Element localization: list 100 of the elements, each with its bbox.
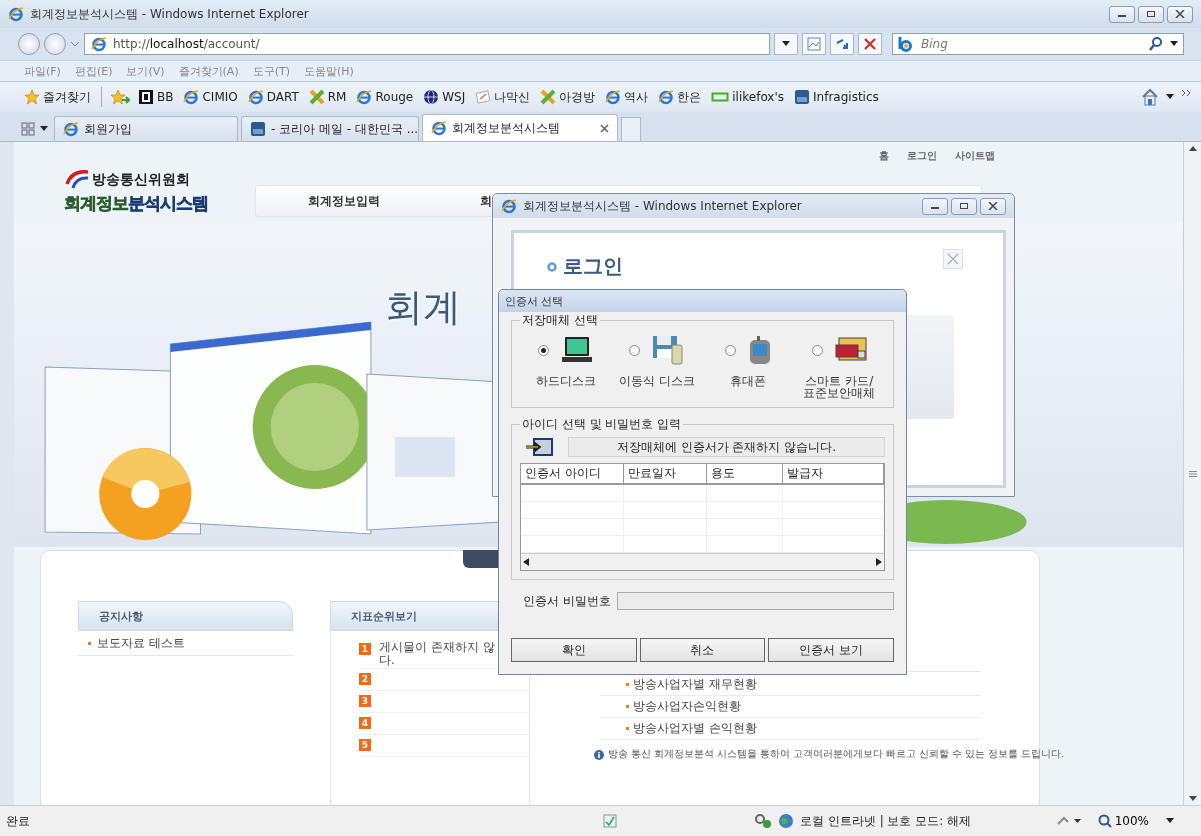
close-button[interactable]	[980, 197, 1006, 215]
hero-title: 회계	[385, 284, 461, 331]
report-link[interactable]: 방송사업자손익현황	[633, 698, 741, 715]
close-icon	[1175, 10, 1185, 18]
rank-badge: 4	[359, 717, 371, 729]
column-header[interactable]: 만료일자	[624, 464, 707, 485]
square-icon	[138, 89, 154, 105]
cross-icon	[308, 89, 325, 105]
window-title: 회계정보분석시스템 - Windows Internet Explorer	[523, 197, 803, 215]
security-icon	[754, 813, 772, 829]
favorite-link[interactable]: Rouge	[354, 89, 416, 105]
dialog-button[interactable]: 인증서 보기	[768, 638, 894, 662]
status-message: 저장매체에 인증서가 존재하지 않습니다.	[568, 437, 885, 457]
dialog-button[interactable]: 확인	[511, 638, 637, 662]
ie-icon	[247, 89, 264, 105]
favorite-link[interactable]: BB	[136, 89, 176, 105]
scroll-down-arrow-icon[interactable]	[1188, 796, 1197, 801]
dropdown-caret-icon[interactable]	[1165, 94, 1175, 100]
favorite-link[interactable]: 한은	[656, 88, 704, 106]
nav-menu-item[interactable]: 회	[480, 192, 492, 210]
password-field[interactable]	[616, 592, 894, 610]
radio-button[interactable]	[811, 344, 823, 356]
search-input[interactable]: Bing	[919, 36, 1143, 52]
note-icon	[475, 89, 492, 105]
scroll-up-arrow-icon[interactable]	[1188, 146, 1197, 151]
top-link[interactable]: 홈	[879, 149, 889, 163]
vertical-scrollbar[interactable]	[1183, 142, 1201, 805]
favorite-link[interactable]: DART	[245, 89, 301, 105]
favorite-link[interactable]: WSJ	[421, 89, 468, 105]
ie-icon	[183, 89, 200, 105]
dropdown-caret-icon[interactable]	[1169, 41, 1179, 47]
storage-option-label[interactable]: 스마트 카드/ 표준보안매체	[803, 375, 876, 399]
smart-card-icon	[834, 337, 867, 363]
search-provider-icon	[897, 36, 913, 52]
logo-organization: 방송통신위원회	[92, 171, 190, 189]
page-status-icon	[602, 813, 618, 829]
ring-bullet-icon	[547, 261, 557, 272]
column-header[interactable]: 발급자	[783, 464, 884, 485]
favorite-link[interactable]: 아경방	[538, 88, 598, 106]
browser-tab[interactable]: 회원가입	[54, 116, 238, 141]
search-box[interactable]: Bing	[892, 33, 1184, 55]
page-icon	[807, 37, 821, 51]
scroll-right-arrow-icon[interactable]	[876, 558, 882, 566]
maximize-button[interactable]	[951, 197, 977, 215]
stop-icon	[864, 38, 876, 50]
minimize-button[interactable]	[1109, 5, 1135, 23]
column-header[interactable]: 인증서 아이디	[521, 464, 624, 485]
minimize-button[interactable]	[922, 197, 948, 215]
maximize-button[interactable]	[1138, 5, 1164, 23]
report-link[interactable]: 방송사업자별 손익현황	[633, 720, 757, 737]
bullet-icon	[626, 727, 629, 730]
dialog-button[interactable]: 취소	[639, 638, 766, 662]
address-dropdown-button[interactable]	[774, 33, 798, 55]
refresh-button[interactable]	[830, 33, 854, 55]
bullet-icon	[88, 642, 91, 645]
favorite-link[interactable]: 역사	[603, 88, 651, 106]
search-icon[interactable]	[1149, 37, 1163, 51]
favorite-link[interactable]: CIMIO	[181, 89, 240, 105]
notice-item[interactable]: 보도자료 테스트	[97, 635, 185, 652]
horizontal-scrollbar[interactable]	[521, 553, 884, 570]
section-header: 공지사항	[78, 601, 293, 631]
top-link[interactable]: 사이트맵	[955, 149, 995, 163]
radio-button[interactable]	[629, 344, 641, 356]
tab-list-caret-icon[interactable]	[39, 126, 49, 132]
nav-menu-item[interactable]: 회계정보입력	[308, 192, 380, 210]
ie-icon	[605, 89, 622, 105]
top-link[interactable]: 로그인	[907, 149, 937, 163]
refresh-icon	[835, 37, 849, 51]
browser-tab[interactable]: - 코리아 메일 - 대한민국 ...	[241, 116, 419, 141]
logo-swoosh-icon	[64, 170, 90, 190]
ie-icon	[63, 121, 79, 137]
add-favorite-icon[interactable]	[110, 89, 130, 105]
favorite-link[interactable]: Infragistics	[792, 89, 881, 105]
scroll-left-arrow-icon[interactable]	[523, 558, 529, 566]
favorite-link[interactable]: RM	[306, 89, 349, 105]
column-header[interactable]: 용도	[707, 464, 783, 485]
radio-button[interactable]	[538, 344, 550, 356]
ie-icon	[91, 36, 107, 52]
stop-button[interactable]	[858, 33, 882, 55]
laptop-icon	[561, 336, 594, 364]
favorites-button[interactable]: 즐겨찾기	[22, 88, 93, 106]
storage-option-label[interactable]: 휴대폰	[730, 375, 767, 387]
magnifier-icon	[1097, 814, 1112, 828]
storage-option-label[interactable]: 하드디스크	[535, 375, 596, 387]
browser-tab[interactable]: 회계정보분석시스템	[422, 114, 618, 141]
close-button[interactable]	[1167, 5, 1193, 23]
storage-option-label[interactable]: 이동식 디스크	[618, 375, 695, 387]
favorite-link[interactable]: ilikefox's	[709, 89, 787, 105]
dropdown-caret-icon[interactable]	[1165, 818, 1175, 824]
favorite-link[interactable]: 나막신	[473, 88, 533, 106]
report-link[interactable]: 방송사업자별 재무현황	[633, 676, 757, 693]
address-field[interactable]: http://localhost/account/	[84, 33, 770, 55]
zoom-button[interactable]: 100%	[1097, 814, 1149, 828]
radio-button[interactable]	[724, 344, 736, 356]
close-icon	[988, 202, 998, 210]
rank-badge: 5	[359, 739, 371, 751]
rank-badge: 2	[359, 673, 371, 685]
home-icon[interactable]	[1141, 88, 1159, 106]
close-tab-icon[interactable]	[600, 123, 609, 133]
maximize-icon	[959, 202, 969, 210]
